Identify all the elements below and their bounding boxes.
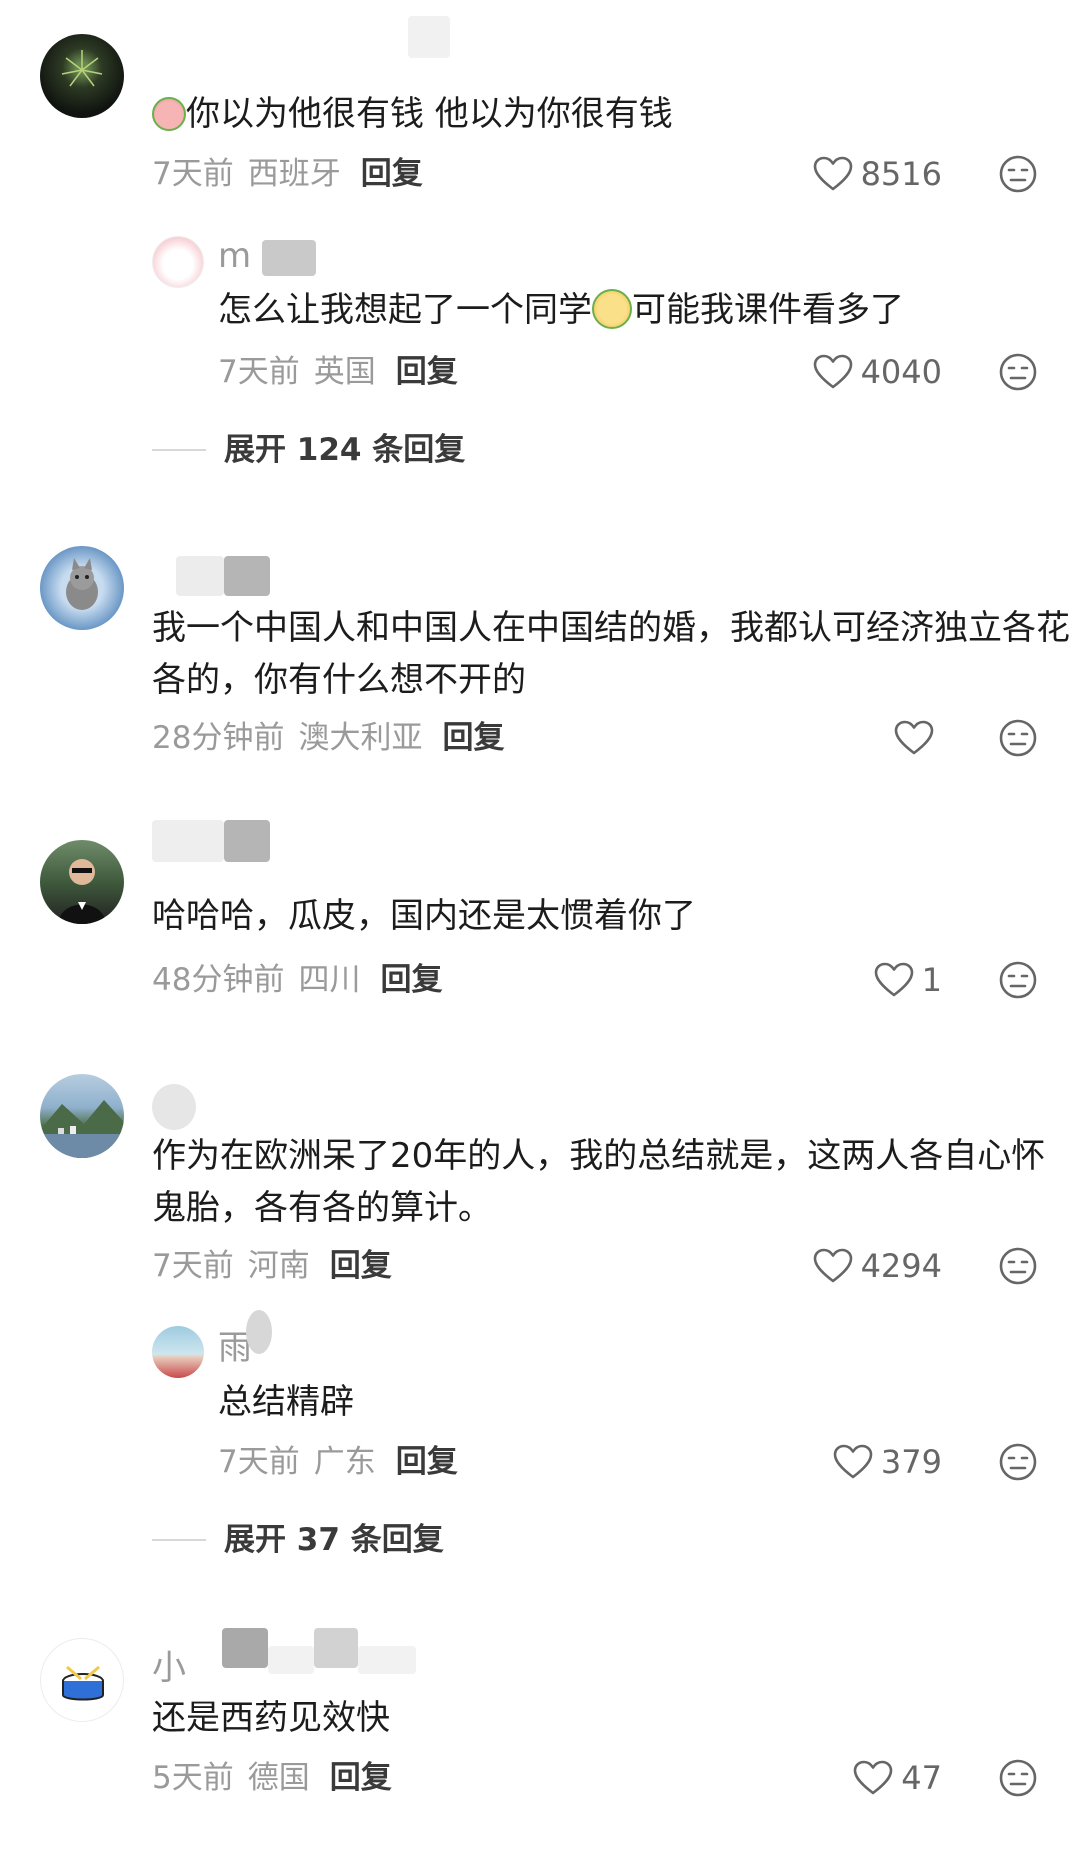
divider <box>152 449 206 451</box>
reply-button[interactable]: 回复 <box>330 1248 392 1284</box>
comment-text: 你以为他很有钱 他以为你很有钱 <box>152 88 1072 140</box>
like-button[interactable]: 47 <box>853 1756 942 1800</box>
like-button[interactable]: 1 <box>874 958 942 1002</box>
like-count: 379 <box>880 1443 942 1481</box>
timestamp: 7天前 <box>218 354 300 390</box>
reply-button[interactable]: 回复 <box>396 1444 458 1480</box>
avatar[interactable] <box>40 1074 124 1158</box>
reply-button[interactable]: 回复 <box>396 354 458 390</box>
comment-text: 我一个中国人和中国人在中国结的婚，我都认可经济独立各花各的，你有什么想不开的 <box>152 608 1070 700</box>
reply-text: 总结精辟 <box>218 1382 354 1422</box>
username-redacted <box>224 820 270 862</box>
neutral-face-icon[interactable] <box>998 1246 1038 1286</box>
heart-outline-icon <box>874 962 914 998</box>
username-redacted <box>262 240 316 276</box>
heart-outline-icon <box>813 1248 853 1284</box>
like-button[interactable]: 379 <box>833 1440 942 1484</box>
cat-icon <box>66 558 98 610</box>
reply-button[interactable]: 回复 <box>361 156 423 192</box>
avatar[interactable] <box>40 546 124 630</box>
like-count: 47 <box>901 1759 942 1797</box>
reply-button[interactable]: 回复 <box>330 1760 392 1796</box>
location: 英国 <box>313 354 376 390</box>
timestamp: 28分钟前 <box>152 720 285 756</box>
divider <box>152 1539 206 1541</box>
avatar[interactable] <box>40 840 124 924</box>
timestamp: 7天前 <box>152 156 234 192</box>
comment-meta: 7天前 河南 回复 <box>152 1244 392 1288</box>
avatar[interactable] <box>40 34 124 118</box>
timestamp: 48分钟前 <box>152 962 285 998</box>
reply-button[interactable]: 回复 <box>380 962 442 998</box>
heart-outline-icon <box>833 1444 873 1480</box>
expand-replies-button[interactable]: 展开 124 条回复 <box>152 428 465 472</box>
username-redacted <box>246 1310 272 1354</box>
neutral-face-icon[interactable] <box>998 352 1038 392</box>
reply-button[interactable]: 回复 <box>442 720 504 756</box>
comment-meta: 5天前 德国 回复 <box>152 1756 392 1800</box>
location: 德国 <box>247 1760 310 1796</box>
like-count: 8516 <box>860 155 942 193</box>
reply-text: 怎么让我想起了一个同学 可能我课件看多了 <box>218 289 904 330</box>
reply-meta: 7天前 英国 回复 <box>218 350 458 394</box>
location: 广东 <box>313 1444 376 1480</box>
username[interactable]: 小 <box>152 1646 186 1690</box>
username-redacted <box>408 16 450 58</box>
username-redacted <box>176 556 224 596</box>
fireworks-icon <box>61 50 103 87</box>
comment-text: 哈哈哈，瓜皮，国内还是太惯着你了 <box>152 896 696 936</box>
username-redacted <box>314 1628 358 1668</box>
heart-outline-icon <box>853 1760 893 1796</box>
neutral-face-icon[interactable] <box>998 1758 1038 1798</box>
like-count: 4294 <box>860 1247 942 1285</box>
location: 河南 <box>247 1248 310 1284</box>
expand-replies-button[interactable]: 展开 37 条回复 <box>152 1518 444 1562</box>
comment-meta: 28分钟前 澳大利亚 回复 <box>152 716 504 760</box>
avatar[interactable] <box>40 1638 124 1722</box>
location: 澳大利亚 <box>298 720 423 756</box>
neutral-face-icon[interactable] <box>998 154 1038 194</box>
heart-outline-icon <box>894 720 934 756</box>
timestamp: 7天前 <box>218 1444 300 1480</box>
location: 西班牙 <box>247 156 341 192</box>
heart-outline-icon <box>813 156 853 192</box>
username-redacted <box>224 556 270 596</box>
like-button[interactable]: 4040 <box>813 350 942 394</box>
meerkat-emoji <box>592 289 632 329</box>
comment-meta: 48分钟前 四川 回复 <box>152 958 442 1002</box>
neutral-face-icon[interactable] <box>998 1442 1038 1482</box>
like-button[interactable]: 4294 <box>813 1244 942 1288</box>
reply-avatar[interactable] <box>152 236 204 288</box>
heart-outline-icon <box>813 354 853 390</box>
neutral-face-icon[interactable] <box>998 960 1038 1000</box>
username-redacted <box>152 1084 196 1130</box>
username-redacted <box>222 1628 268 1668</box>
crying-laughing-emoji <box>152 97 186 131</box>
like-count: 4040 <box>860 353 942 391</box>
like-button[interactable]: 8516 <box>813 152 942 196</box>
reply-avatar[interactable] <box>152 1326 204 1378</box>
username-redacted <box>268 1646 314 1674</box>
comment-text: 作为在欧洲呆了20年的人，我的总结就是，这两人各自心怀鬼胎，各有各的算计。 <box>152 1136 1046 1228</box>
person-icon <box>58 859 106 924</box>
username-redacted <box>152 820 224 862</box>
timestamp: 7天前 <box>152 1248 234 1284</box>
reply-username[interactable]: m <box>218 234 251 278</box>
username-redacted <box>358 1646 416 1674</box>
timestamp: 5天前 <box>152 1760 234 1796</box>
drum-icon <box>62 1665 104 1701</box>
neutral-face-icon[interactable] <box>998 718 1038 758</box>
comment-meta: 7天前 西班牙 回复 <box>152 152 423 196</box>
reply-meta: 7天前 广东 回复 <box>218 1440 458 1484</box>
like-count: 1 <box>921 961 942 999</box>
comment-text: 还是西药见效快 <box>152 1698 390 1738</box>
location: 四川 <box>298 962 361 998</box>
lake-town-icon <box>40 1100 124 1158</box>
like-button[interactable] <box>894 716 942 760</box>
